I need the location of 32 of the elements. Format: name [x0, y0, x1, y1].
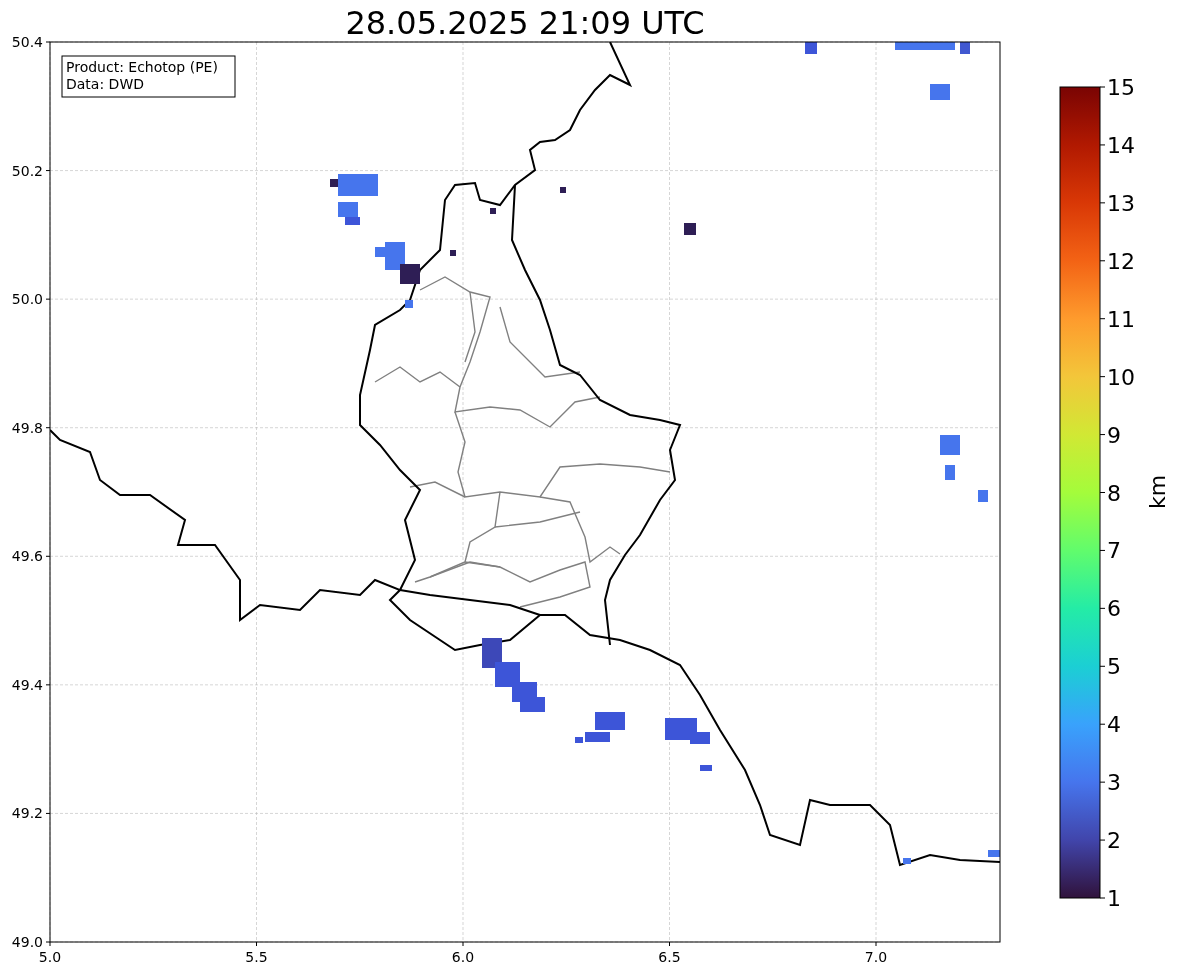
y-tick-label: 49.8	[11, 419, 43, 436]
colorbar-tick-label: 6	[1107, 596, 1121, 622]
colorbar-tick-label: 1	[1107, 886, 1121, 911]
y-tick-label: 49.0	[11, 934, 43, 950]
legend-text: Data: DWD	[66, 76, 144, 92]
colorbar-tick-label: 14	[1107, 132, 1135, 158]
colorbar-label: km	[1145, 474, 1170, 510]
y-tick-label: 49.4	[11, 676, 43, 693]
y-tick-label: 50.4	[11, 34, 43, 50]
x-tick-label: 5.0	[38, 949, 62, 965]
chart-title: 28.05.2025 21:09 UTC	[344, 3, 706, 34]
x-tick-label: 5.5	[245, 949, 268, 965]
x-tick-label: 6.0	[451, 949, 475, 965]
colorbar-tick-label: 4	[1107, 712, 1121, 738]
colorbar-tick-label: 11	[1107, 306, 1135, 332]
colorbar-tick-label: 5	[1107, 654, 1121, 680]
colorbar-tick-label: 8	[1107, 480, 1121, 506]
x-tick-label: 7.0	[864, 949, 888, 965]
legend-text: Product: Echotop (PE)	[66, 59, 218, 75]
colorbar-tick-label: 15	[1107, 75, 1135, 100]
y-tick-label: 50.2	[11, 162, 43, 179]
colorbar-tick-label: 12	[1107, 248, 1135, 274]
colorbar-tick-label: 3	[1107, 770, 1121, 796]
x-tick-label: 6.5	[658, 949, 681, 965]
colorbar-tick-label: 13	[1107, 190, 1135, 216]
colorbar-tick-label: 9	[1107, 422, 1121, 448]
colorbar-tick-label: 2	[1107, 828, 1121, 854]
colorbar-tick-label: 10	[1107, 364, 1135, 390]
y-tick-label: 50.0	[11, 291, 43, 308]
colorbar-tick-label: 7	[1107, 538, 1121, 564]
y-tick-label: 49.2	[11, 805, 43, 822]
y-tick-label: 49.6	[11, 548, 43, 565]
